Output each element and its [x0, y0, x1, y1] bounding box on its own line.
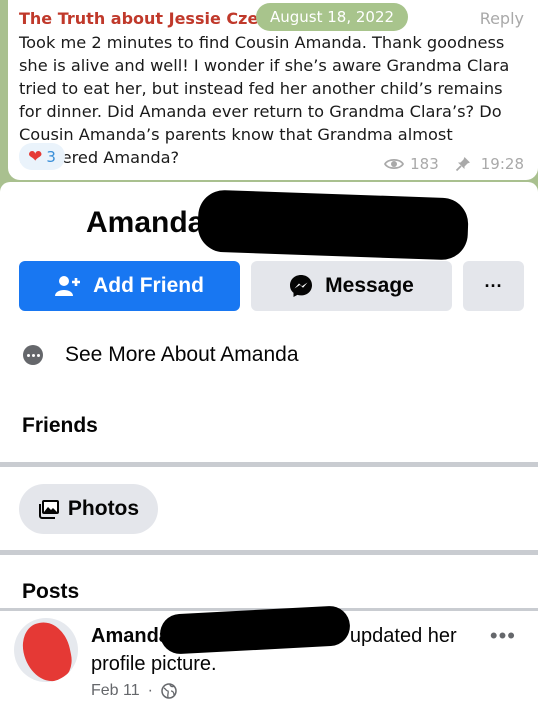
redaction-mark-avatar [18, 618, 76, 682]
see-more-about-link[interactable]: See More About Amanda [23, 343, 299, 367]
redaction-mark-name [197, 189, 469, 261]
date-pill: August 18, 2022 [256, 3, 409, 31]
pin-icon [455, 157, 470, 172]
eye-icon [384, 158, 405, 170]
profile-name: Amanda [86, 206, 205, 239]
message-text: Took me 2 minutes to find Cousin Amanda.… [19, 33, 510, 167]
photos-button[interactable]: Photos [19, 484, 158, 534]
telegram-message-bubble: The Truth about Jessie Czebotar August 1… [8, 0, 538, 180]
photos-label: Photos [67, 497, 140, 520]
more-dots-icon [23, 345, 43, 365]
section-divider [0, 550, 538, 555]
post-author[interactable]: Amanda [91, 625, 170, 647]
friends-title: Friends [22, 414, 98, 437]
message-meta: 183 19:28 [384, 155, 524, 173]
views-count: 183 [410, 155, 439, 173]
add-friend-button[interactable]: Add Friend [19, 261, 240, 311]
posts-title: Posts [22, 580, 80, 603]
message-label: Message [325, 274, 414, 297]
avatar[interactable] [14, 618, 78, 682]
facebook-profile-screenshot: Amanda Add Friend Message ··· See More A… [0, 182, 538, 702]
post-options-icon[interactable]: ••• [490, 625, 516, 647]
reaction-chip[interactable]: ❤ 3 [19, 143, 65, 170]
see-more-label: See More About Amanda [65, 343, 299, 366]
section-divider [0, 462, 538, 467]
more-icon: ··· [484, 275, 503, 296]
reaction-count: 3 [46, 147, 56, 166]
messenger-icon [290, 275, 313, 297]
post-meta: Feb 11 · [91, 682, 177, 700]
message-button[interactable]: Message [251, 261, 452, 311]
more-options-button[interactable]: ··· [463, 261, 524, 311]
message-time: 19:28 [480, 155, 524, 173]
heart-icon: ❤ [28, 147, 43, 166]
reply-button[interactable]: Reply [480, 9, 524, 28]
post-date[interactable]: Feb 11 [91, 682, 140, 700]
meta-separator: · [147, 682, 153, 699]
add-person-icon [55, 276, 81, 296]
globe-icon [161, 683, 177, 699]
add-friend-label: Add Friend [93, 274, 204, 297]
photos-icon [38, 500, 59, 519]
